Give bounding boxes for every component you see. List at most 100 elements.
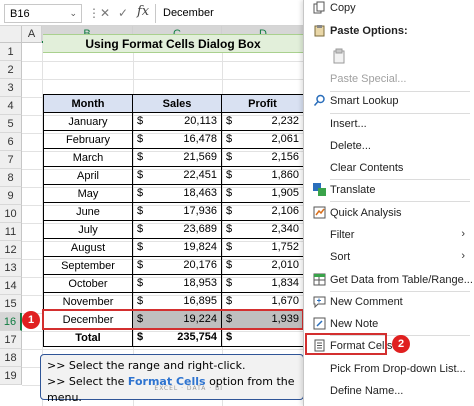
cell-sales[interactable]: $23,689 — [132, 220, 222, 239]
quick-analysis-icon — [312, 206, 326, 220]
currency-symbol: $ — [226, 187, 233, 199]
cell-profit[interactable]: $1,834 — [221, 274, 304, 293]
row-header-15[interactable]: 15 — [0, 295, 22, 313]
cell-month[interactable]: August — [43, 238, 133, 257]
formula-input[interactable]: December — [155, 4, 305, 23]
header-sales[interactable]: Sales — [132, 94, 222, 113]
menu-item-paste-options: Paste Options: — [304, 20, 474, 42]
cell-profit[interactable]: $2,156 — [221, 148, 304, 167]
menu-item-label: Get Data from Table/Range... — [330, 274, 473, 286]
cell-value: 2,106 — [271, 205, 299, 217]
row-header-2[interactable]: 2 — [0, 61, 22, 79]
cell-profit[interactable]: $2,232 — [221, 112, 304, 131]
cell-profit[interactable]: $2,061 — [221, 130, 304, 149]
row-header-1[interactable]: 1 — [0, 43, 22, 61]
cell-profit[interactable]: $1,752 — [221, 238, 304, 257]
row-header-11[interactable]: 11 — [0, 223, 22, 241]
column-header-a[interactable]: A — [22, 26, 42, 43]
menu-item-paste-special[interactable]: Paste Special... — [304, 68, 474, 90]
row-header-10[interactable]: 10 — [0, 205, 22, 223]
more-options-icon[interactable]: ⋮ — [88, 6, 100, 20]
currency-symbol: $ — [226, 223, 233, 235]
cell-month[interactable]: October — [43, 274, 133, 293]
row-header-4[interactable]: 4 — [0, 97, 22, 115]
menu-item-label: Paste Options: — [330, 25, 408, 37]
row-header-6[interactable]: 6 — [0, 133, 22, 151]
menu-item-copy[interactable]: Copy — [304, 0, 474, 19]
menu-item-quick-analysis[interactable]: Quick Analysis — [304, 202, 474, 224]
cell-sales[interactable]: $22,451 — [132, 166, 222, 185]
total-label[interactable]: Total — [43, 328, 133, 347]
row-header-3[interactable]: 3 — [0, 79, 22, 97]
menu-item-get-data[interactable]: Get Data from Table/Range... — [304, 269, 474, 291]
row-header-13[interactable]: 13 — [0, 259, 22, 277]
cell-sales[interactable]: $18,953 — [132, 274, 222, 293]
menu-item-paste-clipboard[interactable] — [304, 43, 474, 69]
cell-sales[interactable]: $16,895 — [132, 292, 222, 311]
cell-value: 1,834 — [271, 277, 299, 289]
menu-item-filter[interactable]: Filter › — [304, 224, 474, 246]
cell-profit[interactable]: $1,860 — [221, 166, 304, 185]
cell-month[interactable]: May — [43, 184, 133, 203]
name-box[interactable]: B16 ⌄ — [4, 4, 82, 23]
cell-month[interactable]: April — [43, 166, 133, 185]
cell-sales[interactable]: $19,824 — [132, 238, 222, 257]
cell-sales[interactable]: $21,569 — [132, 148, 222, 167]
row-header-14[interactable]: 14 — [0, 277, 22, 295]
header-month[interactable]: Month — [43, 94, 133, 113]
cell-sales[interactable]: $17,936 — [132, 202, 222, 221]
cell-profit[interactable]: $2,106 — [221, 202, 304, 221]
cell-month[interactable]: February — [43, 130, 133, 149]
insert-function-icon[interactable]: fx — [137, 4, 149, 19]
select-all-corner[interactable] — [0, 26, 22, 43]
header-profit[interactable]: Profit — [221, 94, 304, 113]
cell-profit[interactable]: $1,670 — [221, 292, 304, 311]
menu-item-pick-from-list[interactable]: Pick From Drop-down List... — [304, 358, 474, 380]
row-header-17[interactable]: 17 — [0, 331, 22, 349]
cell-sales[interactable]: $16,478 — [132, 130, 222, 149]
chevron-down-icon[interactable]: ⌄ — [69, 8, 77, 19]
total-profit[interactable]: $ — [221, 328, 304, 347]
menu-item-insert[interactable]: Insert... — [304, 113, 474, 135]
name-box-value: B16 — [10, 8, 30, 20]
cell-month[interactable]: November — [43, 292, 133, 311]
menu-item-new-comment[interactable]: New Comment — [304, 291, 474, 313]
cell-profit[interactable]: $2,340 — [221, 220, 304, 239]
menu-item-clear-contents[interactable]: Clear Contents — [304, 157, 474, 179]
menu-item-define-name[interactable]: Define Name... — [304, 380, 474, 402]
menu-item-new-note[interactable]: New Note — [304, 313, 474, 335]
cell-value: 20,176 — [183, 259, 217, 271]
cell-profit[interactable]: $1,905 — [221, 184, 304, 203]
enter-icon[interactable]: ✓ — [118, 6, 128, 20]
cell-month[interactable]: June — [43, 202, 133, 221]
row-header-7[interactable]: 7 — [0, 151, 22, 169]
total-sales[interactable]: $235,754 — [132, 328, 222, 347]
cell-profit[interactable]: $2,010 — [221, 256, 304, 275]
row-header-19[interactable]: 19 — [0, 367, 22, 385]
row-header-8[interactable]: 8 — [0, 169, 22, 187]
menu-item-label: Quick Analysis — [330, 207, 402, 219]
currency-symbol: $ — [226, 151, 233, 163]
cell-sales[interactable]: $20,176 — [132, 256, 222, 275]
menu-item-smart-lookup[interactable]: Smart Lookup — [304, 90, 474, 112]
cell-month[interactable]: July — [43, 220, 133, 239]
menu-item-sort[interactable]: Sort › — [304, 246, 474, 268]
currency-symbol: $ — [137, 169, 144, 181]
row-header-18[interactable]: 18 — [0, 349, 22, 367]
cell-value: 2,232 — [271, 115, 299, 127]
row-header-12[interactable]: 12 — [0, 241, 22, 259]
row-header-9[interactable]: 9 — [0, 187, 22, 205]
cell-month[interactable]: September — [43, 256, 133, 275]
cell-month[interactable]: January — [43, 112, 133, 131]
cell-sales[interactable]: $20,113 — [132, 112, 222, 131]
cell-sales[interactable]: $18,463 — [132, 184, 222, 203]
row-header-16[interactable]: 16 — [0, 313, 22, 331]
currency-symbol: $ — [226, 295, 233, 307]
menu-item-delete[interactable]: Delete... — [304, 135, 474, 157]
table-row: May $18,463 $1,905 — [43, 184, 304, 203]
currency-symbol: $ — [226, 169, 233, 181]
cancel-icon[interactable]: ✕ — [100, 6, 110, 20]
menu-item-translate[interactable]: Translate — [304, 179, 474, 201]
row-header-5[interactable]: 5 — [0, 115, 22, 133]
cell-month[interactable]: March — [43, 148, 133, 167]
